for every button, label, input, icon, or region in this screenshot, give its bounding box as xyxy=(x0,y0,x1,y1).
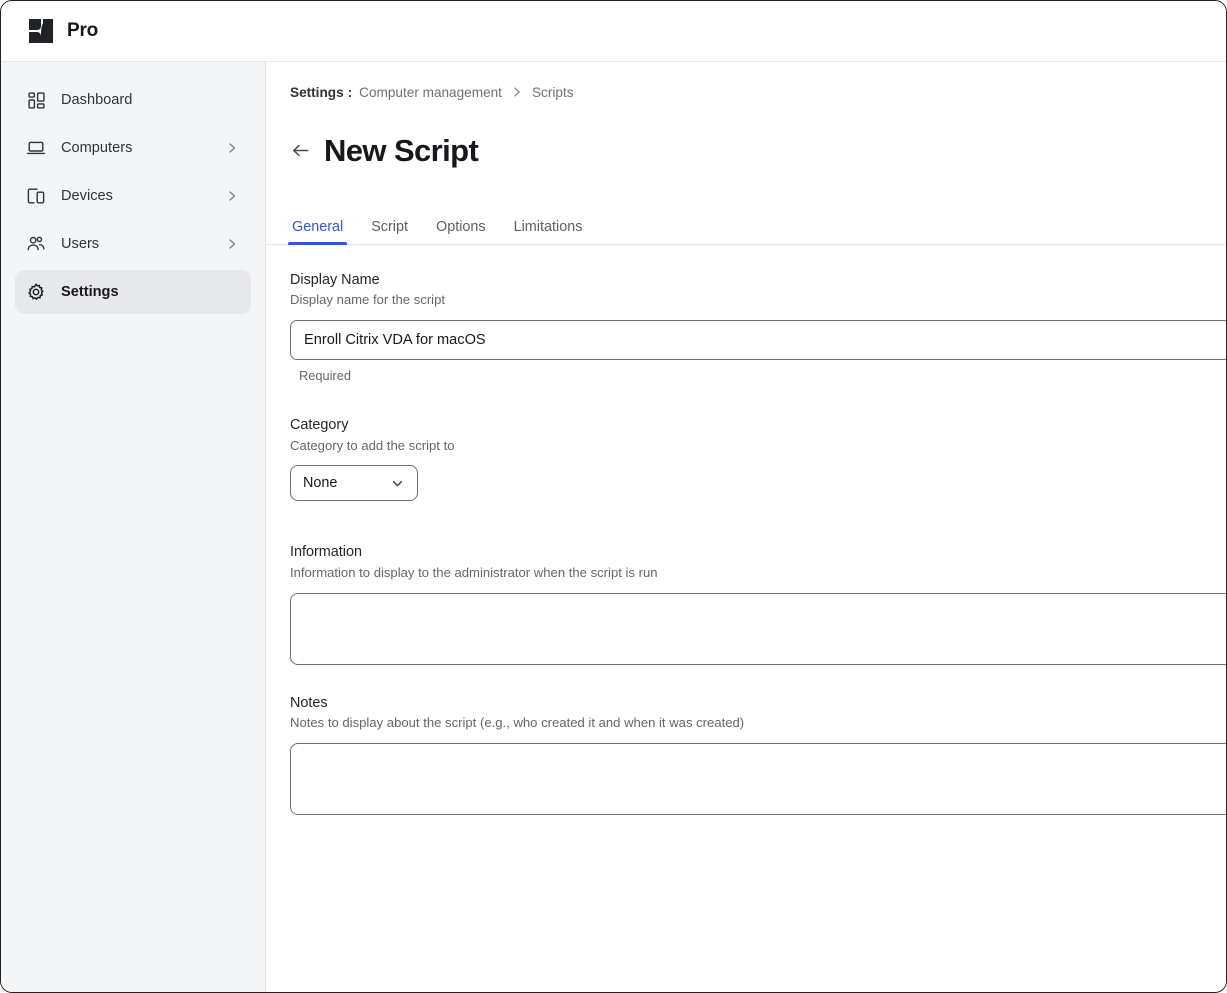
sidebar-item-label: Computers xyxy=(61,140,225,156)
tab-general[interactable]: General xyxy=(290,219,345,244)
gear-icon xyxy=(25,281,47,303)
arrow-left-icon[interactable] xyxy=(290,140,311,161)
sidebar: Dashboard Computers Devices xyxy=(1,62,266,992)
field-display-name: Display Name Display name for the script… xyxy=(290,271,1226,383)
chevron-right-icon xyxy=(225,237,239,251)
field-information: Information Information to display to th… xyxy=(290,543,1226,664)
sidebar-item-dashboard[interactable]: Dashboard xyxy=(15,78,251,122)
chevron-right-icon xyxy=(225,141,239,155)
chevron-right-icon xyxy=(225,189,239,203)
tab-bar: General Script Options Limitations xyxy=(266,209,1226,245)
sidebar-item-users[interactable]: Users xyxy=(15,222,251,266)
users-icon xyxy=(25,233,47,255)
chevron-down-icon xyxy=(390,476,405,491)
pro-logo-mark-icon xyxy=(27,17,55,45)
sidebar-item-label: Devices xyxy=(61,188,225,204)
main-content: Settings : Computer management Scripts N… xyxy=(266,62,1226,992)
breadcrumb-root[interactable]: Settings xyxy=(290,85,344,100)
notes-help: Notes to display about the script (e.g.,… xyxy=(290,714,1226,732)
sidebar-item-label: Settings xyxy=(61,284,239,300)
category-select[interactable]: None xyxy=(290,465,418,501)
category-label: Category xyxy=(290,416,1226,435)
tab-limitations[interactable]: Limitations xyxy=(512,219,585,244)
notes-textarea[interactable] xyxy=(290,743,1226,815)
spacer xyxy=(290,665,1226,694)
spacer xyxy=(290,501,1226,543)
brand[interactable]: Pro xyxy=(27,17,98,45)
page-header: Settings : Computer management Scripts N… xyxy=(266,62,1226,187)
category-select-wrap: None xyxy=(290,465,418,501)
chevron-right-icon xyxy=(511,86,523,98)
breadcrumb-item-scripts[interactable]: Scripts xyxy=(532,85,574,100)
tab-script[interactable]: Script xyxy=(369,219,410,244)
field-notes: Notes Notes to display about the script … xyxy=(290,694,1226,815)
brand-name: Pro xyxy=(67,20,98,42)
laptop-icon xyxy=(25,137,47,159)
tab-options[interactable]: Options xyxy=(434,219,488,244)
sidebar-item-computers[interactable]: Computers xyxy=(15,126,251,170)
sidebar-item-label: Dashboard xyxy=(61,92,239,108)
sidebar-item-label: Users xyxy=(61,236,225,252)
information-label: Information xyxy=(290,543,1226,562)
breadcrumb-item-computer-management[interactable]: Computer management xyxy=(359,85,502,100)
information-textarea[interactable] xyxy=(290,593,1226,665)
page-title: New Script xyxy=(324,135,478,166)
dashboard-grid-icon xyxy=(25,89,47,111)
category-help: Category to add the script to xyxy=(290,437,1226,455)
tablet-phone-icon xyxy=(25,185,47,207)
information-help: Information to display to the administra… xyxy=(290,564,1226,582)
title-row: New Script xyxy=(290,114,1226,187)
breadcrumb: Settings : Computer management Scripts xyxy=(290,82,1226,102)
top-bar: Pro xyxy=(1,1,1226,62)
app-window: Pro Dashboard Computers xyxy=(0,0,1227,993)
display-name-input[interactable] xyxy=(290,320,1226,360)
category-select-value: None xyxy=(303,475,337,491)
breadcrumb-colon: : xyxy=(348,85,353,100)
display-name-help: Display name for the script xyxy=(290,291,1226,309)
general-form: Display Name Display name for the script… xyxy=(266,245,1226,816)
display-name-required-note: Required xyxy=(299,368,1226,383)
field-category: Category Category to add the script to N… xyxy=(290,416,1226,501)
notes-label: Notes xyxy=(290,694,1226,713)
sidebar-item-settings[interactable]: Settings xyxy=(15,270,251,314)
spacer xyxy=(290,383,1226,416)
display-name-label: Display Name xyxy=(290,271,1226,290)
sidebar-item-devices[interactable]: Devices xyxy=(15,174,251,218)
